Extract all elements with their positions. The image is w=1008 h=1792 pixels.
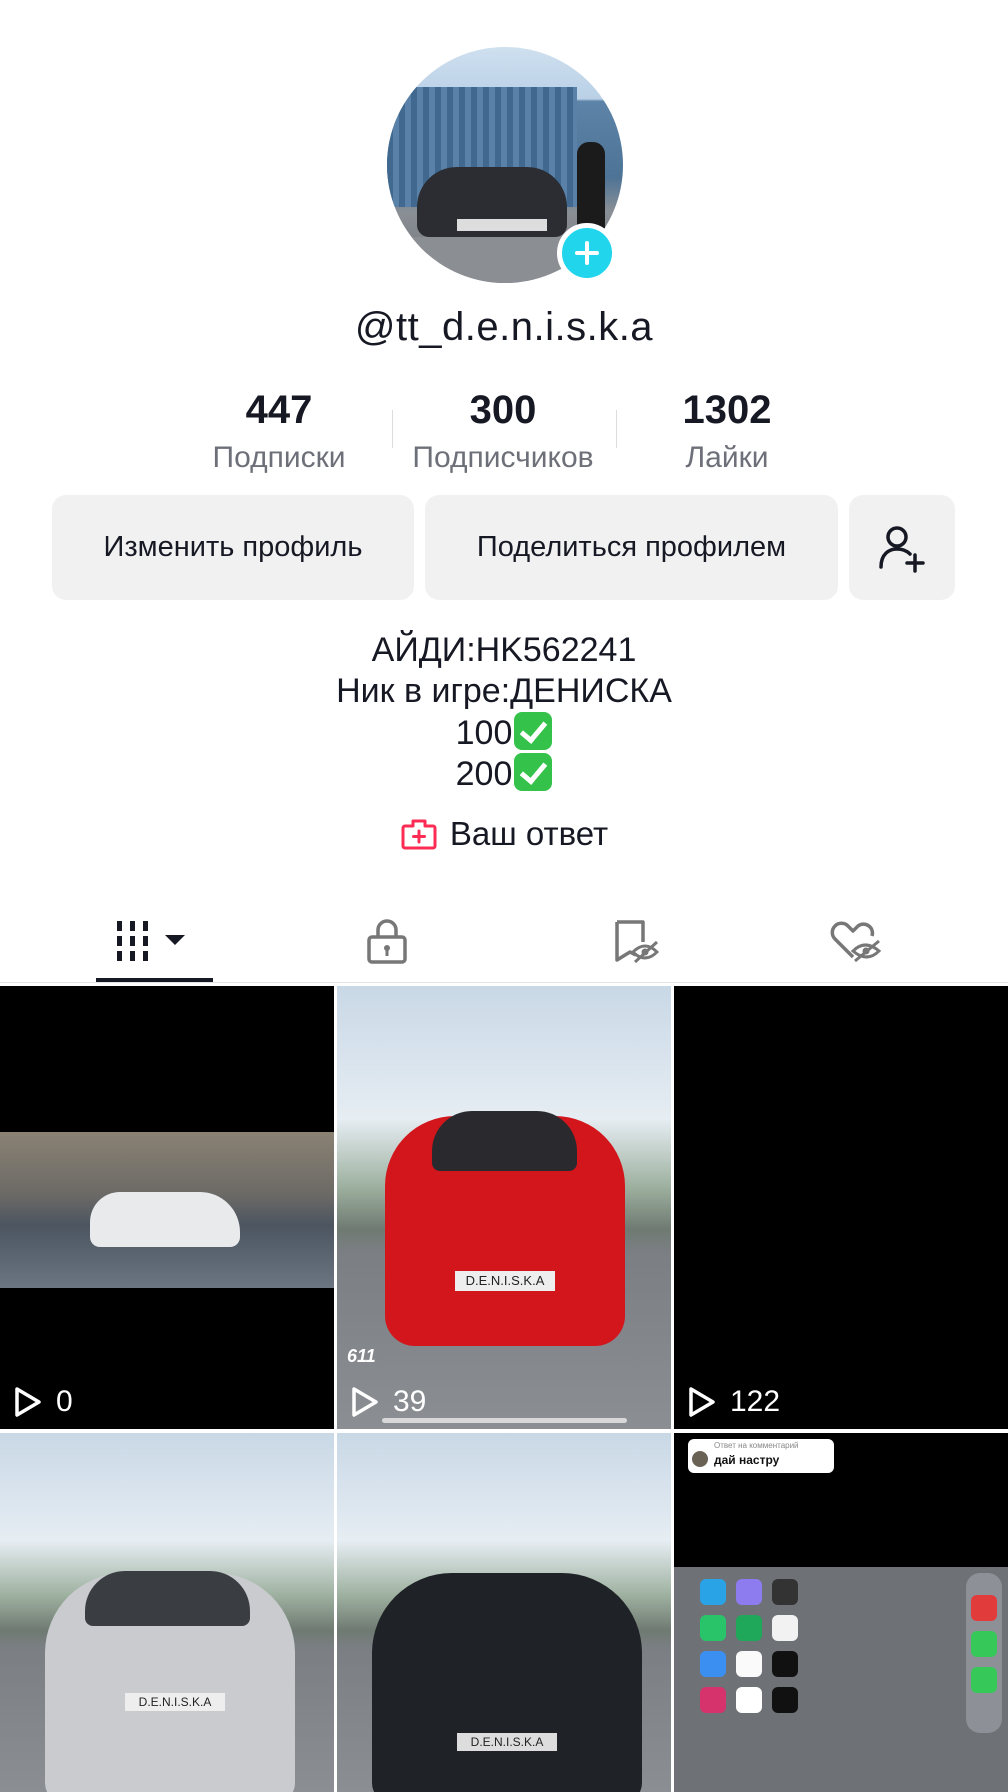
profile-tabs bbox=[0, 900, 1008, 982]
check-mark-icon bbox=[514, 753, 553, 791]
app-icon bbox=[772, 1687, 798, 1713]
video-frame bbox=[0, 1132, 334, 1288]
tab-videos[interactable] bbox=[27, 900, 279, 982]
followers-count: 300 bbox=[469, 388, 537, 432]
add-friends-button[interactable] bbox=[849, 495, 955, 600]
app-icon bbox=[700, 1651, 726, 1677]
share-profile-button[interactable]: Поделиться профилем bbox=[425, 495, 838, 600]
following-count: 447 bbox=[245, 388, 313, 432]
view-count-value: 122 bbox=[730, 1385, 781, 1418]
likes-count: 1302 bbox=[682, 388, 772, 432]
app-icon bbox=[971, 1667, 997, 1693]
following-stat[interactable]: 447 Подписки bbox=[169, 382, 389, 478]
video-thumbnail[interactable]: 122 bbox=[674, 986, 1008, 1429]
speedometer-value: 611 bbox=[347, 1346, 376, 1366]
car-window bbox=[432, 1111, 577, 1171]
bio-number: 100 bbox=[455, 714, 513, 752]
view-count-value: 39 bbox=[393, 1385, 427, 1418]
app-icon bbox=[736, 1651, 762, 1677]
bio-number: 200 bbox=[455, 755, 513, 793]
tab-liked[interactable] bbox=[729, 900, 981, 982]
home-indicator bbox=[382, 1418, 627, 1423]
app-icon bbox=[700, 1579, 726, 1605]
license-plate: D.E.N.I.S.K.A bbox=[455, 1271, 555, 1291]
username: @tt_d.e.n.i.s.k.a bbox=[354, 305, 654, 349]
add-avatar-button[interactable] bbox=[557, 223, 617, 283]
phone-screen bbox=[674, 1567, 1008, 1792]
play-icon bbox=[352, 1387, 378, 1417]
likes-stat[interactable]: 1302 Лайки bbox=[617, 382, 837, 478]
app-icon bbox=[971, 1631, 997, 1657]
grid-icon bbox=[117, 921, 185, 961]
car-shape bbox=[90, 1192, 240, 1247]
app-icon bbox=[736, 1615, 762, 1641]
play-icon bbox=[15, 1387, 41, 1417]
view-count: 122 bbox=[688, 1385, 780, 1419]
app-icon bbox=[772, 1615, 798, 1641]
following-label: Подписки bbox=[212, 441, 346, 474]
play-icon bbox=[689, 1387, 715, 1417]
tabs-divider bbox=[0, 982, 1008, 983]
tab-favorites[interactable] bbox=[510, 900, 762, 982]
avatar-image-plate bbox=[457, 219, 547, 231]
view-count-value: 0 bbox=[56, 1385, 73, 1418]
video-thumbnail[interactable]: Ответ на комментарий дай настру bbox=[674, 1433, 1008, 1792]
likes-label: Лайки bbox=[685, 441, 769, 474]
reply-header: Ответ на комментарий bbox=[714, 1441, 799, 1450]
chevron-down-icon bbox=[165, 935, 185, 945]
bio-line-100: 100 bbox=[0, 712, 1008, 754]
app-icon bbox=[971, 1595, 997, 1621]
side-panel bbox=[966, 1573, 1002, 1733]
video-thumbnail[interactable]: D.E.N.I.S.K.A bbox=[337, 1433, 671, 1792]
your-answer-label: Ваш ответ bbox=[449, 815, 609, 852]
avatar bbox=[692, 1451, 708, 1467]
bookmark-hidden-icon bbox=[615, 920, 660, 964]
add-person-icon bbox=[879, 525, 925, 573]
followers-stat[interactable]: 300 Подписчиков bbox=[393, 382, 613, 478]
car-window bbox=[85, 1571, 250, 1626]
video-thumbnail[interactable]: 0 bbox=[0, 986, 334, 1429]
tab-private[interactable] bbox=[261, 900, 513, 982]
bio-line-200: 200 bbox=[0, 753, 1008, 795]
car-shape bbox=[372, 1573, 642, 1792]
heart-hidden-icon bbox=[830, 921, 882, 963]
reply-bubble: Ответ на комментарий дай настру bbox=[688, 1439, 834, 1473]
bio-line-id: АЙДИ:HK562241 bbox=[371, 631, 637, 669]
your-answer-button[interactable]: Ваш ответ bbox=[0, 815, 1008, 853]
video-thumbnail[interactable]: D.E.N.I.S.K.A 611 39 bbox=[337, 986, 671, 1429]
app-icon bbox=[736, 1687, 762, 1713]
app-icon bbox=[736, 1579, 762, 1605]
app-icon-grid bbox=[700, 1579, 798, 1713]
reply-text: дай настру bbox=[714, 1453, 780, 1467]
video-thumbnail[interactable]: D.E.N.I.S.K.A bbox=[0, 1433, 334, 1792]
plus-icon bbox=[575, 241, 599, 265]
license-plate: D.E.N.I.S.K.A bbox=[125, 1693, 225, 1711]
license-plate: D.E.N.I.S.K.A bbox=[457, 1733, 557, 1751]
app-icon bbox=[772, 1579, 798, 1605]
lock-icon bbox=[367, 919, 407, 964]
view-count: 0 bbox=[14, 1385, 73, 1419]
followers-label: Подписчиков bbox=[412, 441, 594, 474]
add-answer-icon bbox=[401, 819, 437, 850]
edit-profile-button[interactable]: Изменить профиль bbox=[52, 495, 414, 600]
view-count: 39 bbox=[351, 1385, 426, 1419]
app-icon bbox=[700, 1615, 726, 1641]
app-icon bbox=[700, 1687, 726, 1713]
check-mark-icon bbox=[514, 712, 553, 750]
app-icon bbox=[772, 1651, 798, 1677]
bio-line-nick: Ник в игре:ДЕНИСКА bbox=[336, 672, 672, 710]
